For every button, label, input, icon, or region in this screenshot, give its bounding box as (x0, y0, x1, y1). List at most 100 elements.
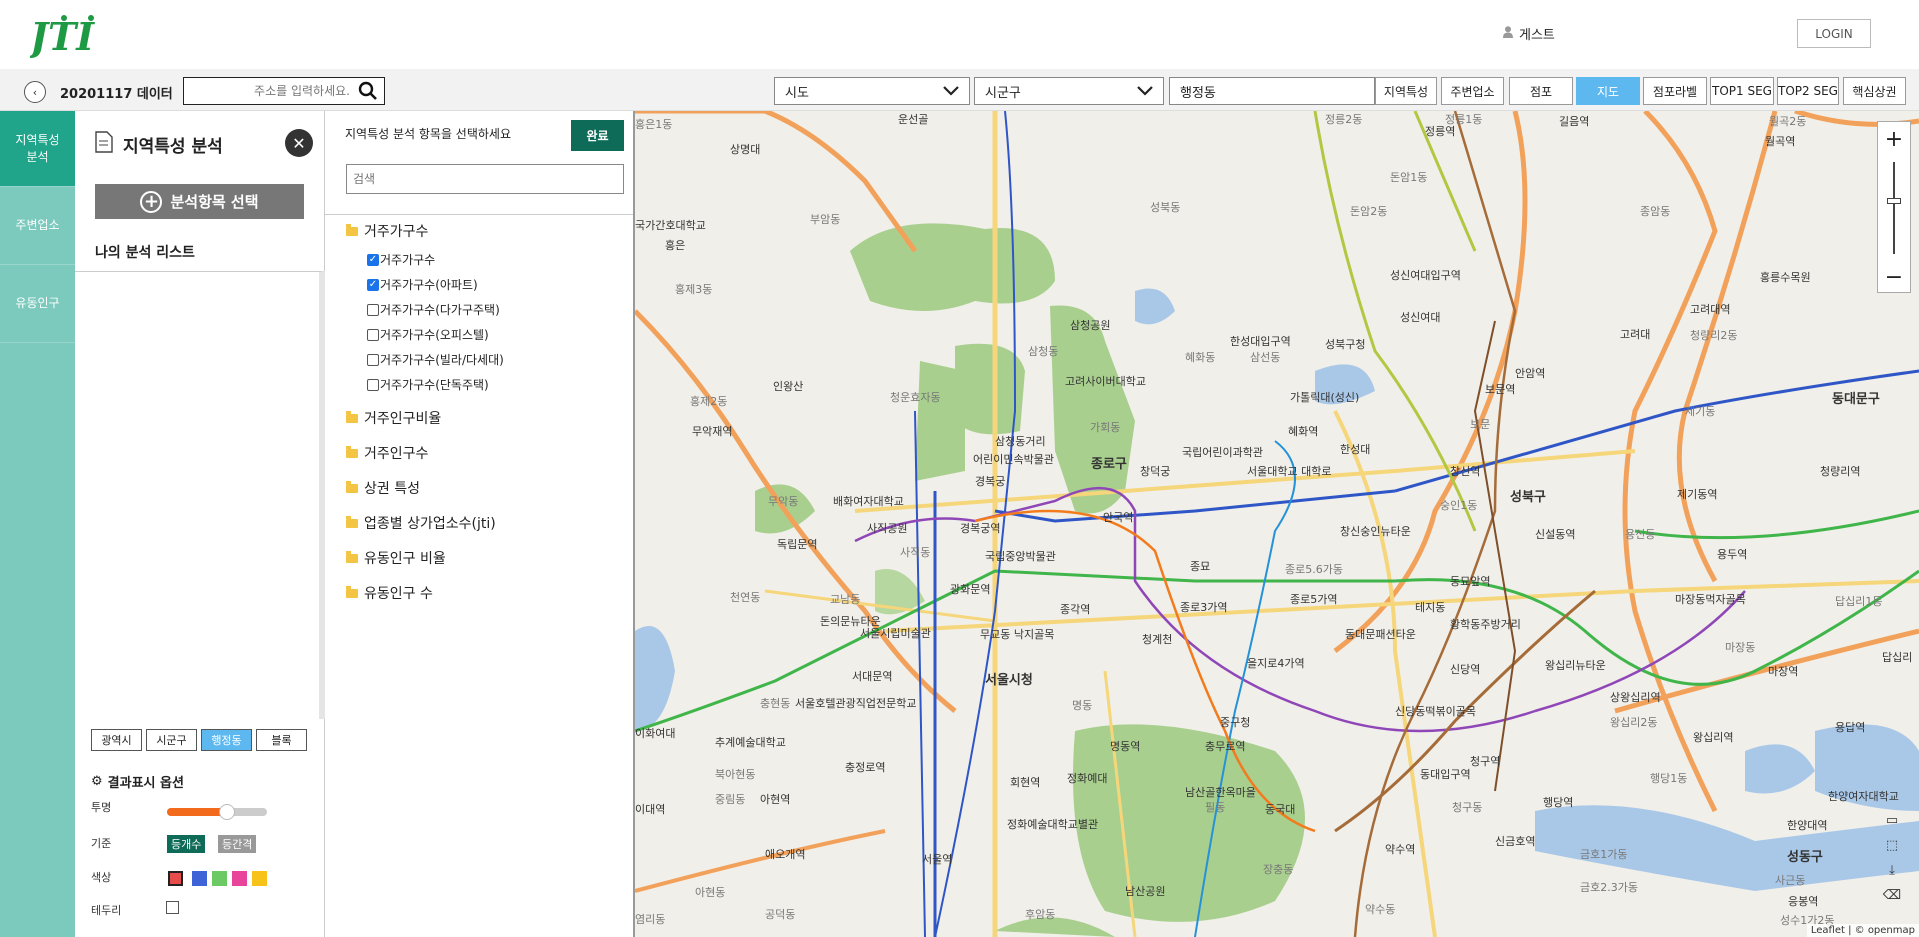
level-tab-sigungu[interactable]: 시군구 (146, 729, 197, 751)
checkbox[interactable] (367, 303, 379, 316)
toolbar-btn-store[interactable]: 점포 (1509, 77, 1573, 105)
basis-equal-interval[interactable]: 등간격 (218, 835, 257, 853)
map-label: 혜화역 (1288, 425, 1319, 438)
analysis-item-selector: 지역특성 분석 항목을 선택하세요 완료 거주가구수 ✓ 거주가구수 ✓ 거주가… (325, 111, 635, 937)
nav-region-analysis[interactable]: 지역특성 분석 (0, 111, 75, 187)
zoom-out-button[interactable]: − (1878, 262, 1910, 292)
sido-select[interactable]: 시도 (774, 77, 970, 105)
checkbox[interactable] (367, 378, 379, 391)
map-label: 장충동 (1263, 863, 1294, 876)
level-tab-block[interactable]: 블록 (256, 729, 307, 751)
map-label: 사직동 (900, 546, 931, 559)
my-analysis-list[interactable] (75, 271, 325, 719)
back-button[interactable]: ‹ (24, 81, 46, 103)
map-label: 회현역 (1010, 776, 1041, 789)
toolbar-btn-top2[interactable]: TOP2 SEG (1777, 77, 1839, 105)
checkbox-label: 거주가구수 (380, 253, 436, 267)
map-label: 국가간호대학교 (635, 219, 706, 232)
download-icon[interactable]: ⤓ (1879, 858, 1905, 882)
checkbox-item[interactable]: ✓ 거주가구수(아파트) (367, 276, 478, 293)
folder-commercial[interactable]: 상권 특성 (346, 478, 420, 498)
nav-nearby[interactable]: 주변업소 (0, 187, 75, 265)
close-button[interactable]: ✕ (285, 129, 313, 157)
login-button[interactable]: LOGIN (1797, 19, 1871, 48)
add-analysis-button[interactable]: + 분석항목 선택 (95, 184, 304, 219)
checkbox-checked[interactable]: ✓ (367, 253, 379, 266)
folder-icon (346, 410, 358, 423)
folder-icon (346, 480, 358, 493)
chevron-down-icon (1137, 84, 1153, 98)
map-label: 성신여대 (1400, 311, 1441, 324)
map-label: 동묘앞역 (1450, 575, 1491, 588)
done-button[interactable]: 완료 (571, 120, 624, 151)
color-swatch-yellow[interactable] (252, 871, 267, 886)
folder-residents[interactable]: 거주인구수 (346, 443, 428, 463)
ruler-icon[interactable]: ▭ (1879, 808, 1905, 832)
toolbar-btn-region[interactable]: 지역특성 (1375, 77, 1437, 105)
color-swatch-blue[interactable] (192, 871, 207, 886)
address-search-input[interactable] (190, 81, 350, 101)
map-label: 황학동주방거리 (1450, 618, 1521, 631)
map-label: 삼청공원 (1070, 319, 1111, 332)
dong-select[interactable]: 행정동 (1169, 77, 1375, 105)
map-label: 이대역 (635, 803, 666, 816)
folder-stores-by-type[interactable]: 업종별 상가업소수(jti) (346, 513, 496, 533)
color-swatch-pink[interactable] (232, 871, 247, 886)
checkbox[interactable] (367, 353, 379, 366)
checkbox-item[interactable]: 거주가구수(다가구주택) (367, 301, 500, 318)
close-icon: ✕ (292, 133, 306, 153)
level-tabs: 광역시 시군구 행정동 블록 (91, 729, 307, 751)
toolbar-btn-store-label[interactable]: 점포라벨 (1643, 77, 1707, 105)
zoom-in-button[interactable]: + (1878, 124, 1910, 154)
jti-logo[interactable]: JTI (24, 12, 100, 59)
search-icon[interactable] (358, 81, 378, 101)
map-label: 창신숭인뉴타운 (1340, 525, 1411, 538)
basis-equal-count[interactable]: 등개수 (167, 835, 206, 853)
opacity-slider[interactable] (167, 804, 267, 820)
color-swatch-red[interactable] (168, 871, 183, 886)
level-tab-dong[interactable]: 행정동 (201, 729, 252, 751)
zoom-thumb[interactable] (1887, 198, 1901, 204)
level-tab-metro[interactable]: 광역시 (91, 729, 142, 751)
map-label: 홍릉수목원 (1760, 271, 1811, 284)
toolbar-btn-map[interactable]: 지도 (1576, 77, 1640, 105)
checkbox-item[interactable]: 거주가구수(빌라/다세대) (367, 351, 504, 368)
map-label: 정화예대 (1067, 772, 1108, 785)
edge-checkbox[interactable] (166, 901, 179, 914)
folder-households[interactable]: 거주가구수 (346, 221, 428, 241)
checkbox[interactable] (367, 328, 379, 341)
zoom-track[interactable] (1893, 162, 1895, 254)
map-label: 정릉2동 (1325, 113, 1363, 126)
sido-value: 시도 (785, 85, 809, 101)
map-label: 답십리1동 (1835, 595, 1883, 608)
map-label: 독립문역 (777, 538, 818, 551)
map-label: 신금호역 (1495, 835, 1536, 848)
map-label: 마장동 (1725, 641, 1756, 654)
toolbar-btn-core[interactable]: 핵심상권 (1843, 77, 1906, 105)
folder-resident-ratio[interactable]: 거주인구비율 (346, 408, 441, 428)
map-view[interactable]: 운선골 정릉2동 정릉1동 정릉역 길음역 월곡2동 월곡역 홍은1동 상명대 … (635, 111, 1919, 937)
checkbox-checked[interactable]: ✓ (367, 278, 379, 291)
folder-floating-ratio[interactable]: 유동인구 비율 (346, 548, 446, 568)
selector-search-input[interactable] (347, 165, 623, 193)
chevron-left-icon: ‹ (32, 85, 38, 99)
map-label: 배화여자대학교 (833, 495, 904, 508)
checkbox-item[interactable]: 거주가구수(단독주택) (367, 376, 489, 393)
folder-floating-count[interactable]: 유동인구 수 (346, 583, 433, 603)
toolbar-btn-nearby[interactable]: 주변업소 (1441, 77, 1504, 105)
map-attribution[interactable]: Leaflet | © openmap (1806, 924, 1919, 937)
nav-floating-pop[interactable]: 유동인구 (0, 265, 75, 343)
map-label: 부암동 (810, 213, 841, 226)
checkbox-item[interactable]: ✓ 거주가구수 (367, 251, 435, 268)
map-label: 청계천 (1142, 633, 1173, 646)
select-area-icon[interactable]: ⬚ (1879, 833, 1905, 857)
map-label: 중구청 (1220, 716, 1251, 729)
color-swatch-green[interactable] (212, 871, 227, 886)
dong-value: 행정동 (1180, 85, 1216, 101)
eraser-icon[interactable]: ⌫ (1879, 883, 1905, 907)
checkbox-item[interactable]: 거주가구수(오피스텔) (367, 326, 489, 343)
map-label: 홍은1동 (635, 118, 673, 131)
opacity-slider-knob[interactable] (219, 804, 235, 820)
sigungu-select[interactable]: 시군구 (974, 77, 1164, 105)
toolbar-btn-top1[interactable]: TOP1 SEG (1710, 77, 1774, 105)
